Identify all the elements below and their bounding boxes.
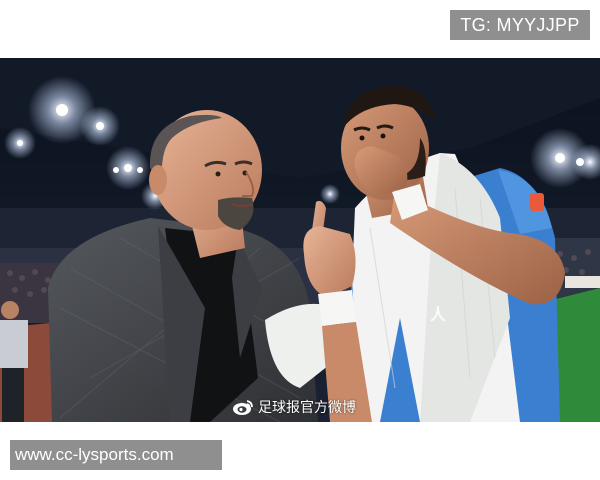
photo-credit: 足球报官方微博 xyxy=(232,396,356,418)
stadium-photo: 人 xyxy=(0,58,600,422)
site-url-watermark: www.cc-lysports.com xyxy=(10,440,222,470)
svg-text:人: 人 xyxy=(430,305,447,324)
photo-credit-text: 足球报官方微博 xyxy=(258,400,356,416)
weibo-icon xyxy=(233,400,253,415)
telegram-watermark: TG: MYYJJPP xyxy=(450,10,590,40)
